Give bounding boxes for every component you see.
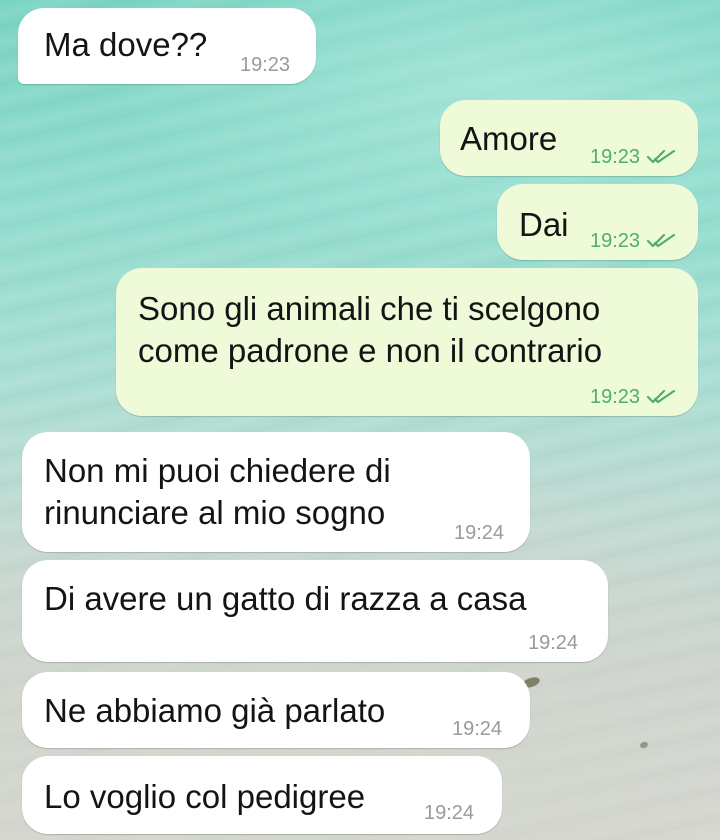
message-time: 19:23 xyxy=(590,146,676,168)
double-check-icon xyxy=(646,149,676,164)
double-check-icon xyxy=(646,233,676,248)
message-text: Ma dove?? xyxy=(44,26,208,63)
message-bubble-outgoing[interactable]: Amore 19:23 xyxy=(440,100,698,176)
message-text: Lo voglio col pedigree xyxy=(44,778,366,815)
message-time: 19:23 xyxy=(240,54,291,76)
message-text: Dai xyxy=(519,206,569,243)
message-time: 19:24 xyxy=(424,802,475,824)
double-check-icon xyxy=(646,389,676,404)
message-text: Non mi puoi chiedere di rinunciare al mi… xyxy=(44,452,391,531)
message-bubble-outgoing[interactable]: Dai 19:23 xyxy=(497,184,698,260)
message-bubble-incoming[interactable]: Ma dove?? 19:23 xyxy=(18,8,316,84)
message-bubble-incoming[interactable]: Ne abbiamo già parlato 19:24 xyxy=(22,672,530,748)
message-bubble-incoming[interactable]: Non mi puoi chiedere di rinunciare al mi… xyxy=(22,432,530,552)
message-text: Amore xyxy=(460,120,558,157)
message-list[interactable]: Ma dove?? 19:23 Amore 19:23 Dai 19:23 So… xyxy=(0,0,720,840)
message-time: 19:24 xyxy=(528,632,579,654)
message-bubble-incoming[interactable]: Lo voglio col pedigree 19:24 xyxy=(22,756,502,834)
message-time: 19:24 xyxy=(454,522,505,544)
message-bubble-incoming[interactable]: Di avere un gatto di razza a casa 19:24 xyxy=(22,560,608,662)
message-text: Ne abbiamo già parlato xyxy=(44,692,386,729)
message-bubble-outgoing[interactable]: Sono gli animali che ti scelgono come pa… xyxy=(116,268,698,416)
message-time: 19:23 xyxy=(590,386,676,408)
message-text: Di avere un gatto di razza a casa xyxy=(44,580,527,617)
message-text: Sono gli animali che ti scelgono come pa… xyxy=(138,290,603,369)
message-time: 19:24 xyxy=(452,718,503,740)
message-time: 19:23 xyxy=(590,230,676,252)
